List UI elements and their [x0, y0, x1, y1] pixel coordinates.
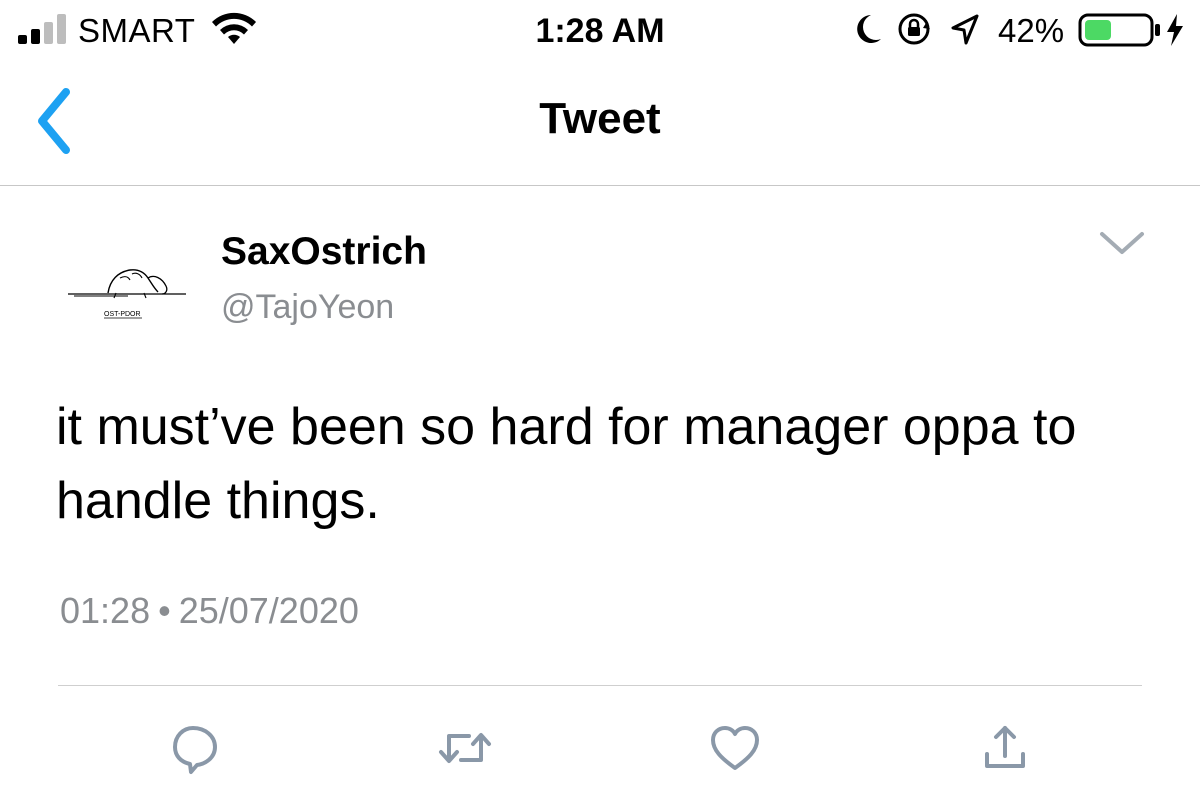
ostrich-drawing-icon: OST-PDOR [68, 269, 186, 319]
share-icon [985, 726, 1025, 768]
timestamp-separator: • [158, 590, 171, 631]
reply-icon [173, 726, 217, 774]
moon-icon [857, 15, 881, 43]
more-options-button[interactable] [1094, 222, 1150, 262]
rotation-lock-icon [898, 13, 930, 45]
user-handle[interactable]: @TajoYeon [221, 288, 394, 327]
retweet-button[interactable] [430, 720, 500, 780]
battery-percentage: 42% [998, 12, 1065, 49]
avatar[interactable]: OST-PDOR [58, 238, 196, 342]
share-button[interactable] [970, 720, 1040, 780]
retweet-icon [439, 733, 491, 763]
navigation-bar: Tweet [0, 62, 1200, 186]
reply-button[interactable] [160, 720, 230, 780]
charging-bolt-icon [1167, 14, 1183, 46]
tweet-time: 01:28 [60, 590, 151, 631]
like-button[interactable] [700, 720, 770, 780]
tweet-text: it must’ve been so hard for manager oppa… [56, 398, 1077, 530]
battery-icon [1078, 13, 1160, 47]
page-title: Tweet [539, 94, 661, 143]
display-name[interactable]: SaxOstrich [221, 230, 427, 274]
status-bar: SMART 1:28 AM 42% [0, 0, 1200, 62]
tweet-date: 25/07/2020 [178, 590, 359, 631]
tweet-timestamp: 01:28 • 25/07/2020 [60, 590, 359, 632]
divider [58, 685, 1142, 686]
chevron-down-icon [1100, 232, 1144, 254]
tweet-detail-screen: SMART 1:28 AM 42% Tweet OST-PDOR SaxOstr… [0, 0, 1200, 793]
like-icon [711, 726, 759, 770]
location-icon [951, 14, 979, 45]
svg-text:OST-PDOR: OST-PDOR [104, 311, 141, 318]
